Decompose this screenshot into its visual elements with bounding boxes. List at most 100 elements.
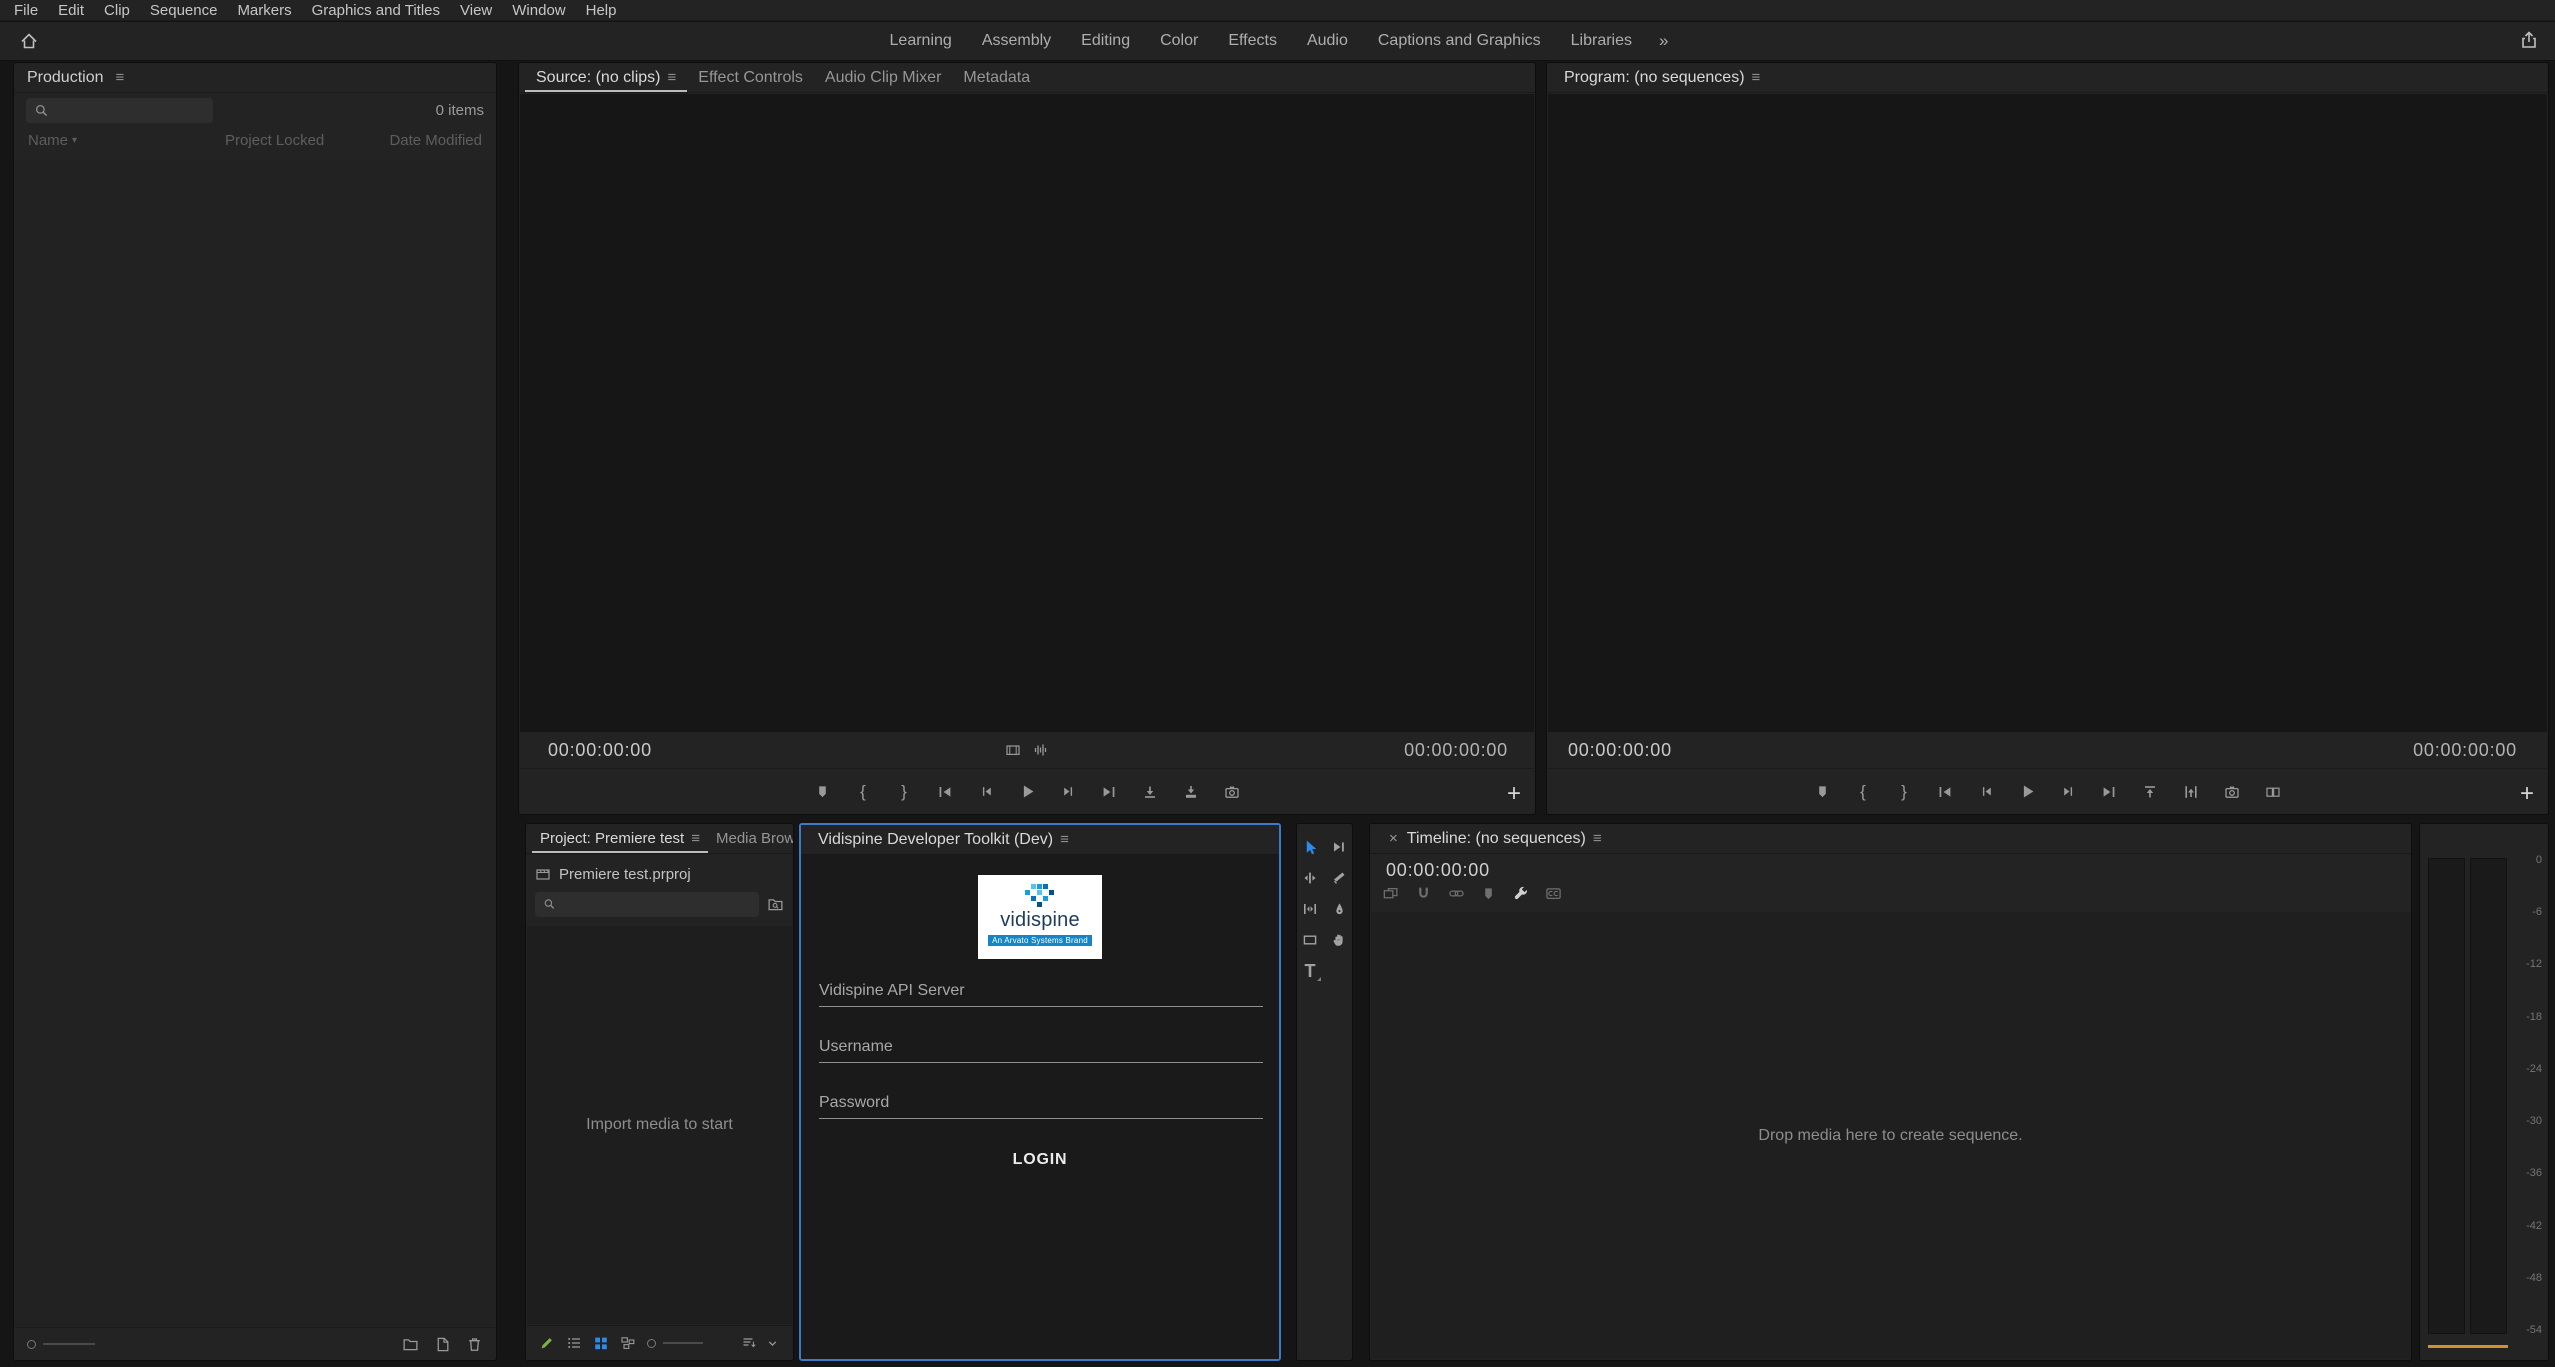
project-media-area[interactable]: Import media to start <box>527 926 792 1324</box>
project-search-input[interactable] <box>562 896 751 912</box>
track-select-tool-button[interactable] <box>1326 834 1352 860</box>
login-button[interactable]: LOGIN <box>1013 1151 1068 1169</box>
step-back-button[interactable] <box>974 780 998 804</box>
export-frame-button[interactable] <box>2220 780 2244 804</box>
source-viewer[interactable] <box>520 94 1534 732</box>
column-header-date-modified[interactable]: Date Modified <box>389 132 482 149</box>
play-button[interactable] <box>2015 780 2039 804</box>
project-file-item[interactable]: Premiere test.prproj <box>526 860 793 888</box>
play-button[interactable] <box>1015 780 1039 804</box>
comparison-view-button[interactable] <box>2261 780 2285 804</box>
ripple-edit-tool-button[interactable] <box>1297 865 1323 891</box>
timeline-timecode[interactable]: 00:00:00:00 <box>1386 860 1490 881</box>
project-zoom-slider[interactable] <box>647 1339 703 1348</box>
menu-help[interactable]: Help <box>576 0 627 20</box>
pen-tool-button[interactable] <box>1326 896 1352 922</box>
tab-effect-controls[interactable]: Effect Controls <box>687 63 814 92</box>
tab-metadata[interactable]: Metadata <box>952 63 1041 92</box>
project-writable-button[interactable] <box>539 1335 555 1351</box>
menu-edit[interactable]: Edit <box>48 0 94 20</box>
mark-out-button[interactable]: } <box>892 780 916 804</box>
drag-video-button[interactable] <box>1005 742 1021 758</box>
razor-tool-button[interactable] <box>1326 865 1352 891</box>
program-duration-timecode[interactable]: 00:00:00:00 <box>2413 740 2517 761</box>
add-marker-button[interactable] <box>1481 886 1496 901</box>
overwrite-button[interactable] <box>1179 780 1203 804</box>
hand-tool-button[interactable] <box>1326 927 1352 953</box>
zoom-knob[interactable] <box>647 1339 656 1348</box>
timeline-settings-button[interactable] <box>1512 885 1529 902</box>
insert-button[interactable] <box>1138 780 1162 804</box>
panel-menu-icon[interactable]: ≡ <box>1752 70 1761 85</box>
workspace-tab-editing[interactable]: Editing <box>1066 22 1145 60</box>
workspace-tab-effects[interactable]: Effects <box>1213 22 1292 60</box>
api-server-input[interactable] <box>819 975 1263 1007</box>
menu-view[interactable]: View <box>450 0 502 20</box>
menu-markers[interactable]: Markers <box>227 0 301 20</box>
tab-vidispine-toolkit[interactable]: Vidispine Developer Toolkit (Dev) ≡ <box>807 825 1080 854</box>
workspace-tab-color[interactable]: Color <box>1145 22 1213 60</box>
go-to-out-button[interactable] <box>1097 780 1121 804</box>
panel-menu-icon[interactable]: ≡ <box>691 831 700 846</box>
workspace-overflow-button[interactable]: » <box>1647 31 1680 51</box>
mark-out-button[interactable]: } <box>1892 780 1916 804</box>
menu-window[interactable]: Window <box>502 0 575 20</box>
production-zoom-slider[interactable] <box>27 1340 95 1349</box>
drag-audio-button[interactable] <box>1033 742 1049 758</box>
lift-button[interactable] <box>2138 780 2162 804</box>
sort-button[interactable] <box>741 1335 757 1351</box>
menu-clip[interactable]: Clip <box>94 0 140 20</box>
tab-program[interactable]: Program: (no sequences) ≡ <box>1553 63 1771 92</box>
tab-media-browser[interactable]: Media Browser <box>708 824 793 853</box>
tab-source[interactable]: Source: (no clips) ≡ <box>525 63 687 92</box>
panel-menu-icon[interactable]: ≡ <box>1593 831 1602 846</box>
tab-project[interactable]: Project: Premiere test ≡ <box>532 824 708 853</box>
production-list-area[interactable] <box>15 159 495 1326</box>
button-editor-button[interactable]: + <box>2520 782 2534 806</box>
share-export-button[interactable] <box>2519 30 2539 50</box>
timeline-drop-area[interactable]: Drop media here to create sequence. <box>1371 912 2410 1359</box>
step-back-button[interactable] <box>1974 780 1998 804</box>
freeform-view-button[interactable] <box>620 1335 636 1351</box>
workspace-tab-captions-and-graphics[interactable]: Captions and Graphics <box>1363 22 1556 60</box>
go-to-in-button[interactable] <box>1933 780 1957 804</box>
column-header-name[interactable]: Name <box>28 132 68 149</box>
workspace-tab-assembly[interactable]: Assembly <box>967 22 1066 60</box>
source-duration-timecode[interactable]: 00:00:00:00 <box>1404 740 1508 761</box>
export-frame-button[interactable] <box>1220 780 1244 804</box>
nest-toggle-button[interactable] <box>1382 885 1399 902</box>
menu-sequence[interactable]: Sequence <box>140 0 228 20</box>
production-search-input[interactable] <box>55 102 205 118</box>
workspace-tab-audio[interactable]: Audio <box>1292 22 1363 60</box>
new-bin-button[interactable] <box>402 1336 419 1353</box>
password-input[interactable] <box>819 1087 1263 1119</box>
mark-in-button[interactable]: { <box>1851 780 1875 804</box>
list-view-button[interactable] <box>566 1335 582 1351</box>
new-item-button[interactable] <box>434 1336 451 1353</box>
slip-tool-button[interactable] <box>1297 896 1323 922</box>
go-to-in-button[interactable] <box>933 780 957 804</box>
zoom-knob[interactable] <box>27 1340 36 1349</box>
mark-in-button[interactable]: { <box>851 780 875 804</box>
workspace-tab-learning[interactable]: Learning <box>875 22 967 60</box>
program-viewer[interactable] <box>1548 94 2547 732</box>
menu-graphics-and-titles[interactable]: Graphics and Titles <box>302 0 450 20</box>
tab-audio-clip-mixer[interactable]: Audio Clip Mixer <box>814 63 952 92</box>
extract-button[interactable] <box>2179 780 2203 804</box>
tab-timeline[interactable]: × Timeline: (no sequences) ≡ <box>1376 824 1613 853</box>
button-editor-button[interactable]: + <box>1507 782 1521 806</box>
more-options-button[interactable] <box>765 1336 780 1351</box>
source-current-timecode[interactable]: 00:00:00:00 <box>548 740 652 761</box>
username-input[interactable] <box>819 1031 1263 1063</box>
panel-menu-icon[interactable]: ≡ <box>668 70 677 85</box>
column-header-project-locked[interactable]: Project Locked <box>225 132 324 149</box>
panel-menu-icon[interactable]: ≡ <box>1060 832 1069 847</box>
linked-selection-button[interactable] <box>1448 885 1465 902</box>
add-marker-button[interactable] <box>1810 780 1834 804</box>
menu-file[interactable]: File <box>4 0 48 20</box>
workspace-tab-libraries[interactable]: Libraries <box>1556 22 1647 60</box>
search-bin-button[interactable] <box>767 896 784 913</box>
clear-button[interactable] <box>466 1336 483 1353</box>
rectangle-tool-button[interactable] <box>1297 927 1323 953</box>
captions-button[interactable] <box>1545 885 1562 902</box>
